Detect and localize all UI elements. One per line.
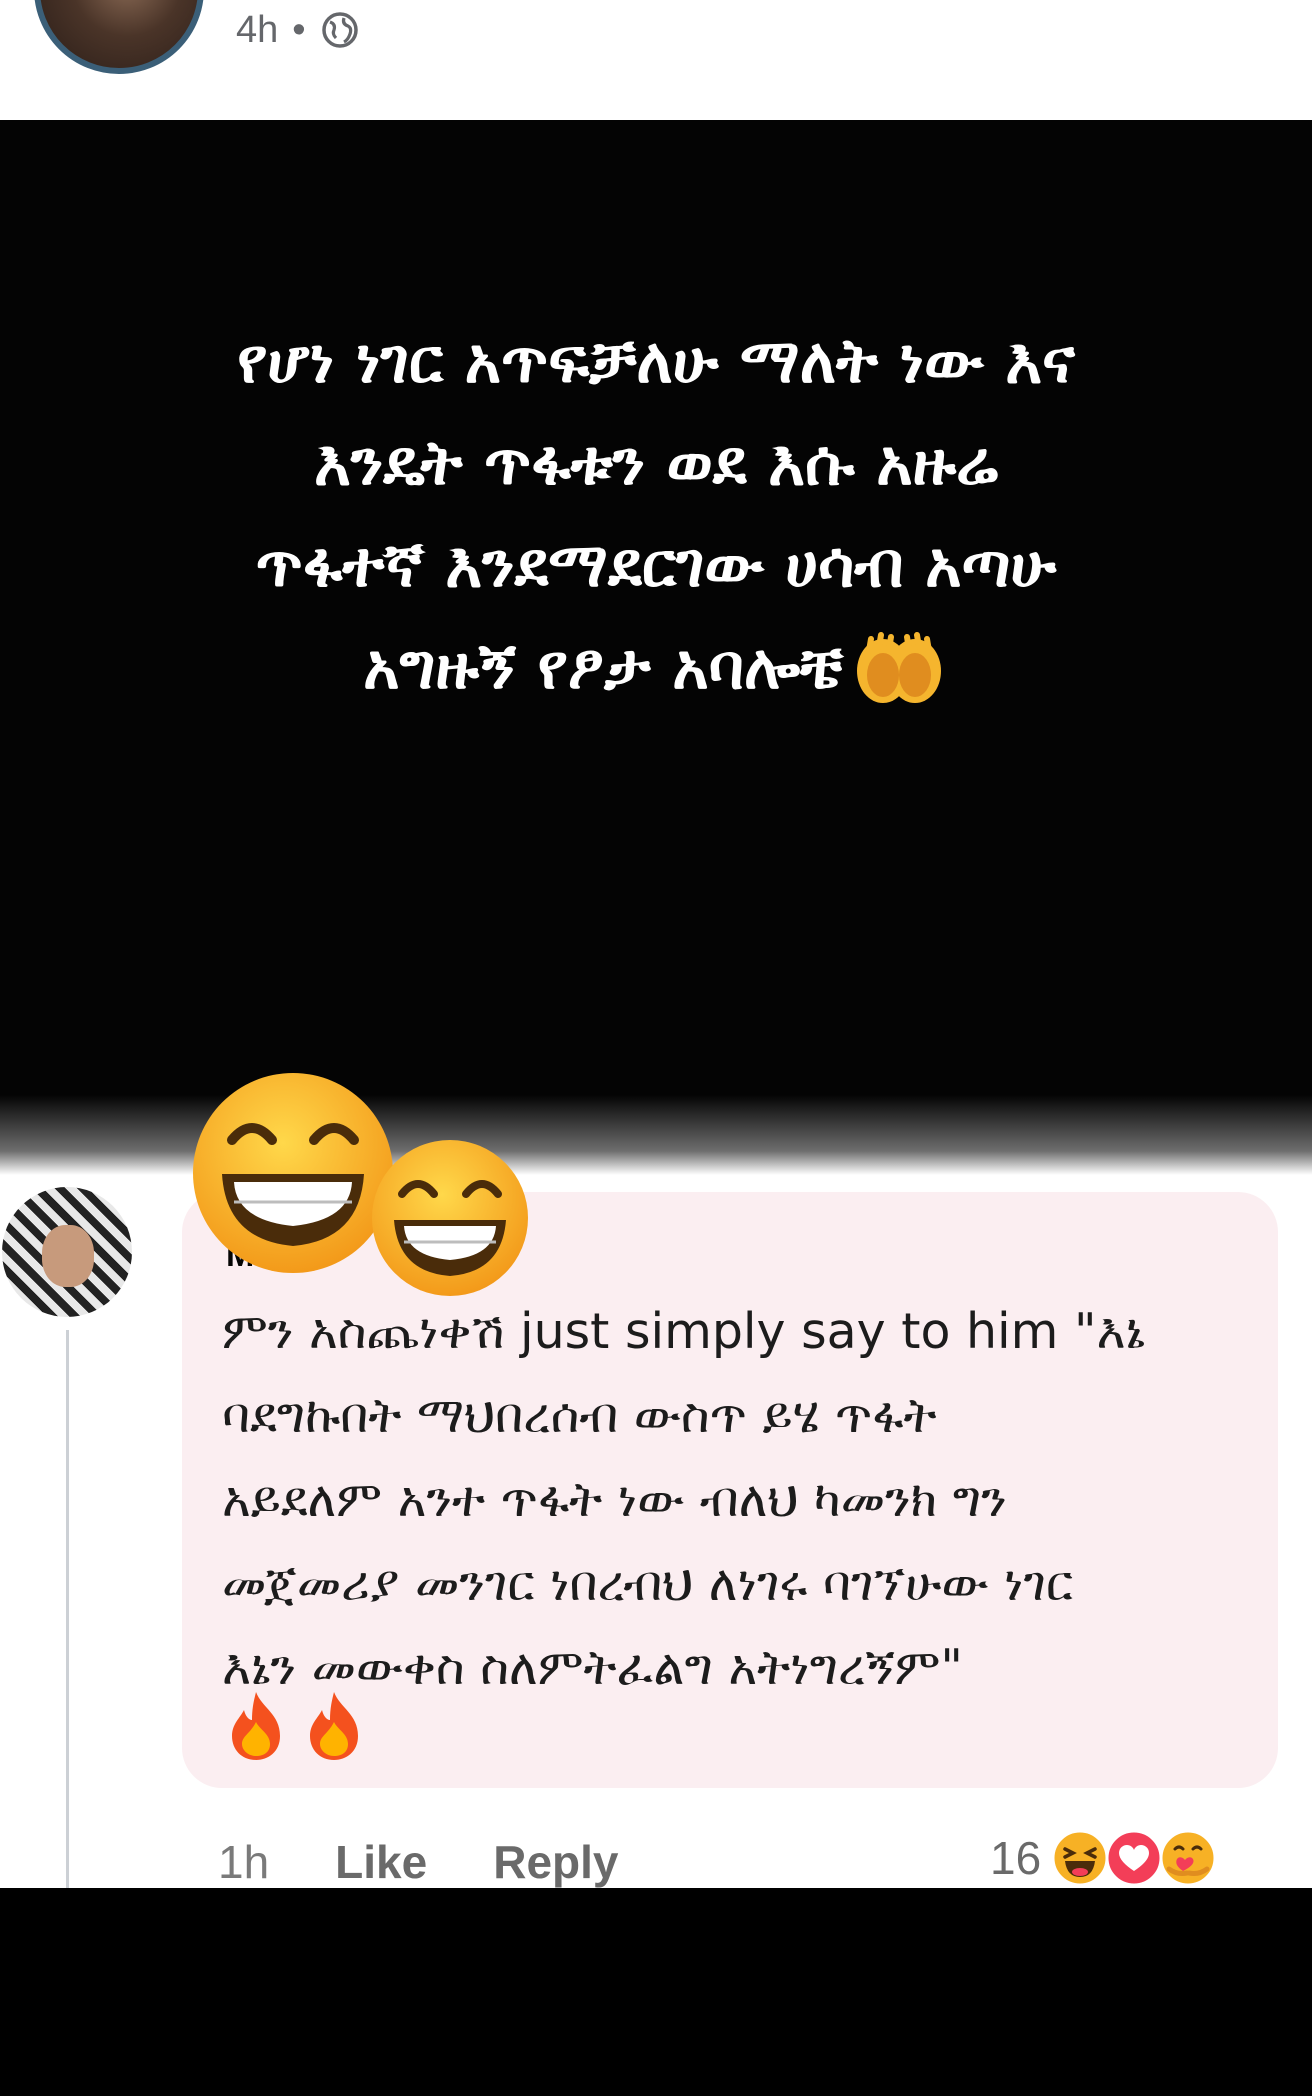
post-quote-text: የሆነ ነገር አጥፍቻለሁ ማለት ነው እና እንዴት ጥፋቱን ወደ እሱ… (40, 310, 1272, 718)
post-line: የሆነ ነገር አጥፍቻለሁ ማለት ነው እና (237, 324, 1075, 397)
post-timestamp[interactable]: 4h (236, 9, 278, 52)
post-line-last: አግዙኝ የፆታ አባሎቼ (40, 616, 1272, 718)
comment-line: መጀመሪያ መንገር ነበረብህ ለነገሩ ባገኘሁው ነገር (222, 1555, 1074, 1612)
post-meta: 4h • (236, 6, 360, 54)
globe-icon[interactable] (320, 10, 360, 50)
comment-line: እኔን መውቀስ ስለምትፈልግ አትነግረኝም" (222, 1639, 963, 1696)
post-header: 4h • (0, 0, 1312, 120)
praying-hands-icon (856, 631, 941, 703)
thread-line (66, 1330, 69, 1888)
post-line: አግዙኝ የፆታ አባሎቼ (363, 630, 843, 703)
love-icon (1105, 1829, 1163, 1887)
meta-separator: • (292, 8, 306, 51)
comment-timestamp[interactable]: 1h (218, 1835, 269, 1889)
commenter-avatar[interactable] (2, 1187, 132, 1317)
care-icon (1159, 1829, 1217, 1887)
comment-text: ምን አስጨነቀሽ just simply say to him "እኔ ባደግ… (222, 1290, 1262, 1710)
grinning-face-icon (372, 1140, 528, 1296)
poster-avatar[interactable] (34, 0, 204, 74)
comment-line: ምን አስጨነቀሽ just simply say to him "እኔ (222, 1303, 1145, 1360)
comment-line: ባደግኩበት ማህበረሰብ ውስጥ ይሄ ጥፋት (222, 1387, 937, 1444)
reply-button[interactable]: Reply (493, 1835, 618, 1889)
comment-line: አይደለም አንተ ጥፋት ነው ብለህ ካመንክ ግን (222, 1471, 1007, 1528)
reaction-summary[interactable]: 16 (990, 1826, 1217, 1890)
grinning-face-icon (193, 1073, 393, 1273)
commenter-face (42, 1225, 94, 1287)
screenshot-frame: 4h • የሆነ ነገር አጥፍቻለሁ ማለት ነው እና እንዴት ጥፋቱን … (0, 0, 1312, 2096)
fire-icon (232, 1692, 280, 1760)
reaction-count: 16 (990, 1832, 1042, 1884)
comment-emoji-row (222, 1688, 368, 1764)
post-line: እንዴት ጥፋቱን ወደ እሱ አዙሬ (314, 426, 998, 499)
fire-icon (310, 1692, 358, 1760)
haha-icon (1051, 1829, 1109, 1887)
post-line: ጥፋተኛ እንደማደርገው ሀሳብ አጣሁ (255, 528, 1057, 601)
like-button[interactable]: Like (335, 1835, 427, 1889)
bottom-letterbox (0, 1888, 1312, 2096)
comment-actions: 1h Like Reply (218, 1832, 618, 1892)
